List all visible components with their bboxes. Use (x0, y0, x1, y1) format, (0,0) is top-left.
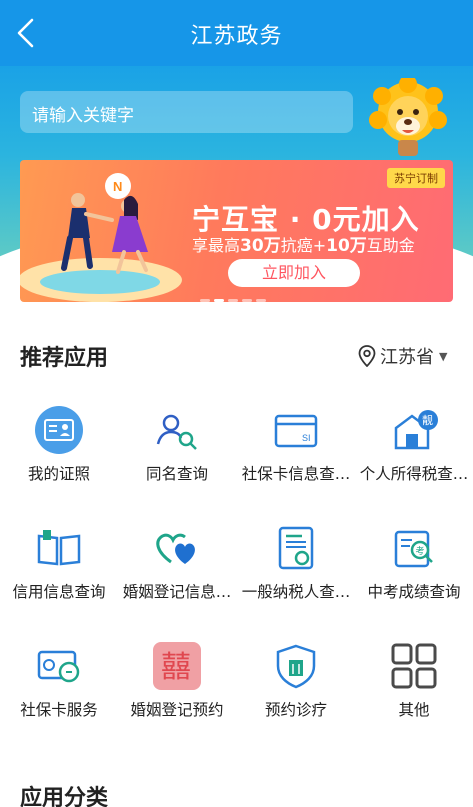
dropdown-caret-icon: ▼ (439, 349, 448, 363)
join-now-button[interactable]: 立即加入 (228, 259, 360, 287)
card-service-icon (37, 650, 80, 683)
app-label: 中考成绩查询 (367, 583, 461, 601)
hearts-icon (156, 533, 195, 564)
app-marriage-info[interactable]: 婚姻登记信息… (118, 516, 236, 616)
app-social-card-info[interactable]: SI 社保卡信息查… (237, 398, 355, 498)
tax-house-icon: 靓 (394, 410, 438, 450)
app-marriage-appointment[interactable]: 囍 婚姻登记预约 (118, 634, 236, 734)
app-categories-heading: 应用分类 (20, 786, 109, 807)
app-label: 一般纳税人查… (241, 583, 351, 601)
app-social-card-service[interactable]: 社保卡服务 (0, 634, 118, 734)
id-card-icon (35, 406, 83, 454)
location-label: 江苏省 (380, 347, 434, 368)
location-pin-icon (358, 345, 376, 367)
app-label: 社保卡信息查… (241, 465, 351, 483)
exam-search-icon: 考 (394, 530, 433, 568)
app-label: 同名查询 (145, 465, 208, 483)
svg-text:SI: SI (302, 433, 311, 443)
social-card-icon: SI (274, 414, 318, 448)
double-happiness-icon: 囍 (153, 642, 201, 690)
app-exam-score-query[interactable]: 考 中考成绩查询 (355, 516, 473, 616)
svg-text:靓: 靓 (422, 413, 433, 427)
app-other[interactable]: 其他 (355, 634, 473, 734)
search-input[interactable]: 请输入关键字 (20, 91, 353, 133)
app-label: 我的证照 (27, 465, 90, 483)
lion-mascot-icon (369, 78, 447, 156)
svg-text:N: N (113, 179, 122, 194)
svg-text:囍: 囍 (161, 650, 191, 685)
banner-subtitle: 享最高30万抗癌+10万互助金 (192, 236, 415, 256)
app-label: 预约诊疗 (264, 701, 327, 719)
app-label: 个人所得税查… (359, 465, 469, 483)
svg-text:考: 考 (416, 546, 425, 557)
grid-four-icon (391, 643, 437, 689)
app-medical-appointment[interactable]: 预约诊疗 (237, 634, 355, 734)
location-selector[interactable]: 江苏省 ▼ (358, 344, 447, 368)
top-bar: 江苏政务 (0, 0, 473, 66)
dancing-couple-illustration: N (20, 173, 182, 302)
app-label: 婚姻登记信息… (122, 583, 232, 601)
hospital-shield-icon (276, 644, 316, 689)
person-search-icon (156, 414, 197, 450)
page-title: 江苏政务 (190, 24, 283, 49)
app-label: 信用信息查询 (12, 583, 106, 601)
app-label: 婚姻登记预约 (130, 701, 224, 719)
app-general-taxpayer-query[interactable]: 一般纳税人查… (237, 516, 355, 616)
recommended-apps-heading: 推荐应用 (20, 346, 109, 371)
app-my-certificates[interactable]: 我的证照 (0, 398, 118, 498)
app-income-tax-query[interactable]: 靓 个人所得税查… (355, 398, 473, 498)
carousel-indicator (200, 287, 270, 302)
app-credit-info-query[interactable]: 信用信息查询 (0, 516, 118, 616)
promo-banner[interactable]: N 苏宁订制 宁互宝 · 0元加入 享最高30万抗癌+10万互助金 立即加入 (20, 160, 453, 302)
app-same-name-query[interactable]: 同名查询 (118, 398, 236, 498)
open-book-icon (37, 530, 81, 566)
banner-tag: 苏宁订制 (387, 168, 445, 188)
certificate-icon (278, 526, 314, 570)
app-label: 其他 (398, 701, 430, 719)
app-label: 社保卡服务 (20, 701, 98, 719)
